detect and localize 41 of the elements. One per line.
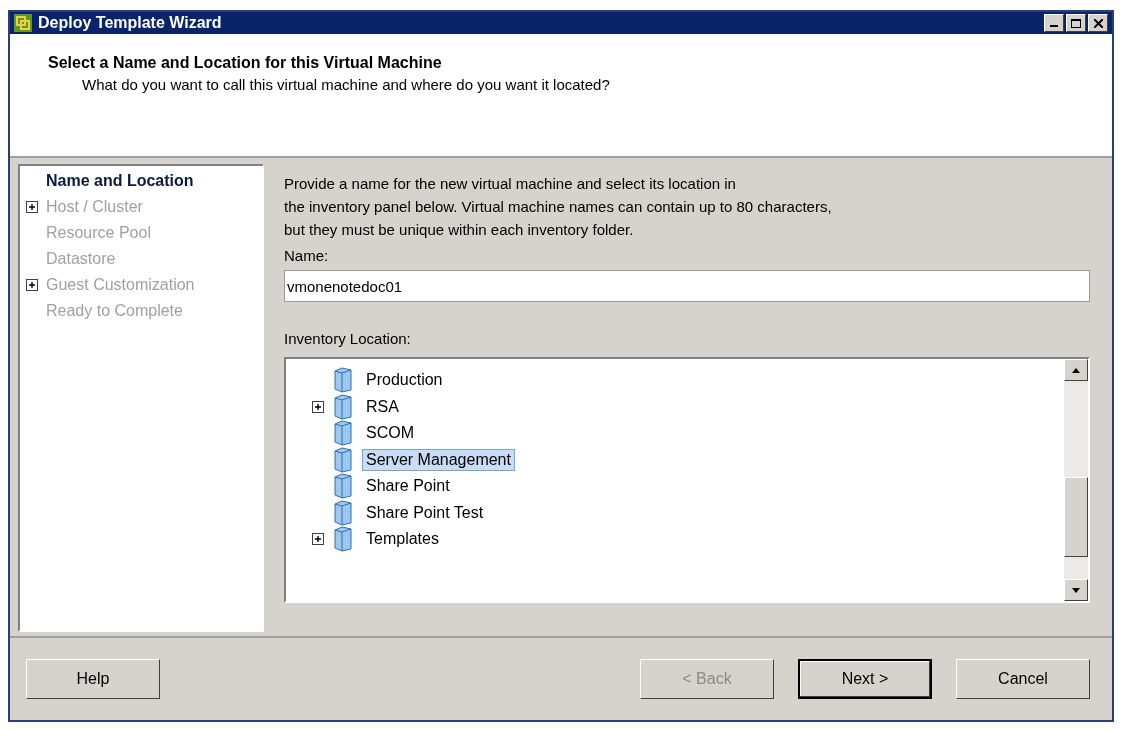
app-icon (14, 14, 32, 32)
tree-item[interactable]: Server Management (362, 448, 515, 471)
close-button[interactable] (1088, 14, 1108, 32)
minimize-button[interactable] (1044, 14, 1064, 32)
folder-icon (332, 446, 354, 473)
tree-item[interactable]: Templates (362, 528, 443, 551)
name-label: Name: (284, 247, 330, 264)
tree-item[interactable]: RSA (362, 395, 403, 418)
folder-icon (332, 499, 354, 526)
close-icon (1093, 18, 1103, 28)
folder-icon (332, 393, 354, 420)
expand-icon[interactable] (312, 533, 324, 546)
folder-icon (332, 473, 354, 500)
tree-item[interactable]: Share Point (362, 475, 454, 498)
scroll-up-button[interactable] (1064, 359, 1088, 381)
instructions-text: Provide a name for the new virtual machine and select its location in the inventory panel below. Virtual machine names can contain up to 80 characters, but they must be unique within each inventory folder. (284, 174, 833, 240)
tree-item[interactable]: Share Point Test (362, 501, 488, 524)
maximize-button[interactable] (1066, 14, 1086, 32)
expand-icon[interactable] (312, 400, 324, 413)
folder-icon (332, 367, 354, 394)
wizard-button[interactable]: Help (26, 659, 160, 699)
scrollbar[interactable] (1064, 359, 1088, 601)
name-field[interactable]: vmonenotedoc01 (284, 270, 1090, 302)
tree-item[interactable]: Production (362, 369, 447, 392)
down-arrow-icon (1072, 587, 1080, 593)
expand-icon[interactable] (26, 201, 38, 213)
page-subtitle: What do you want to call this virtual machine and where do you want it located? (82, 76, 611, 93)
window-title: Deploy Template Wizard (38, 14, 223, 32)
page-title: Select a Name and Location for this Virtual Machine (48, 54, 443, 72)
scroll-thumb[interactable] (1064, 477, 1088, 557)
tree-item[interactable]: SCOM (362, 422, 418, 445)
up-arrow-icon (1072, 367, 1080, 373)
folder-icon (332, 420, 354, 447)
wizard-button[interactable]: Next > (798, 659, 932, 699)
inventory-label: Inventory Location: (284, 330, 412, 347)
scroll-down-button[interactable] (1064, 579, 1088, 601)
maximize-icon (1071, 18, 1081, 28)
folder-icon (332, 526, 354, 553)
step-item[interactable]: Name and Location (46, 172, 194, 190)
expand-icon[interactable] (26, 279, 38, 291)
wizard-button[interactable]: Cancel (956, 659, 1090, 699)
